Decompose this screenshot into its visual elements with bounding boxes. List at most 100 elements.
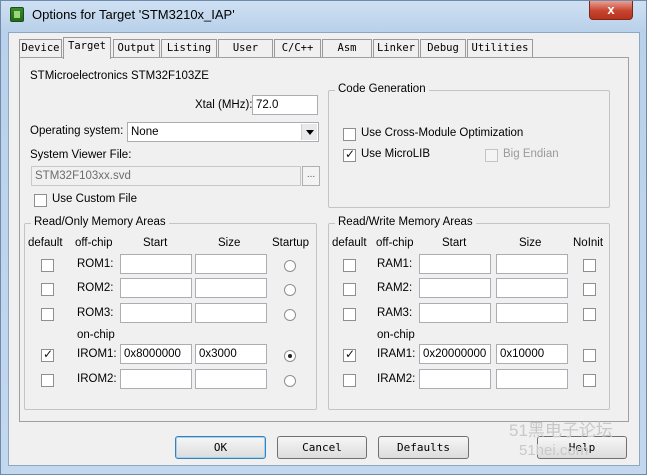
irom2-size-input[interactable] [195, 369, 267, 389]
rom2-startup-radio[interactable] [284, 284, 296, 296]
cancel-button[interactable]: Cancel [277, 436, 367, 459]
ro-memory-group: Read/Only Memory Areas default off-chip … [24, 216, 317, 410]
ram2-size-input[interactable] [496, 278, 568, 298]
ram3-default-checkbox[interactable] [343, 308, 356, 321]
iram1-size-input[interactable]: 0x10000 [496, 344, 568, 364]
rw-onchip-label: on-chip [377, 329, 415, 341]
rw-header-noinit: NoInit [573, 237, 604, 249]
rom3-size-input[interactable] [195, 303, 267, 323]
window-title: Options for Target 'STM3210x_IAP' [32, 7, 235, 22]
tab-output[interactable]: Output [113, 39, 160, 57]
rom3-default-checkbox[interactable] [41, 308, 54, 321]
irom1-startup-radio[interactable] [284, 350, 296, 362]
iram2-size-input[interactable] [496, 369, 568, 389]
rw-memory-title: Read/Write Memory Areas [335, 216, 476, 228]
rom3-startup-radio[interactable] [284, 309, 296, 321]
ram1-label: RAM1: [377, 258, 413, 270]
ram2-noinit-checkbox[interactable] [583, 283, 596, 296]
irom1-label: IROM1: [77, 348, 117, 360]
os-select-value: None [131, 126, 159, 138]
svf-browse-button[interactable]: ... [302, 166, 320, 186]
ram1-default-checkbox[interactable] [343, 259, 356, 272]
rom2-size-input[interactable] [195, 278, 267, 298]
ram3-label: RAM3: [377, 307, 413, 319]
xtal-input[interactable]: 72.0 [252, 95, 318, 115]
ram1-start-input[interactable] [419, 254, 491, 274]
rom2-default-checkbox[interactable] [41, 283, 54, 296]
iram1-label: IRAM1: [377, 348, 416, 360]
watermark: 51黑电子论坛 51hei.com [509, 421, 644, 461]
rom1-label: ROM1: [77, 258, 114, 270]
irom1-start-input[interactable]: 0x8000000 [120, 344, 192, 364]
rw-header-default: default [332, 237, 367, 249]
chevron-down-icon[interactable] [301, 124, 317, 140]
iram1-noinit-checkbox[interactable] [583, 349, 596, 362]
rom1-startup-radio[interactable] [284, 260, 296, 272]
tab-device[interactable]: Device [19, 39, 62, 57]
ro-header-offchip: off-chip [75, 237, 113, 249]
cross-module-label: Use Cross-Module Optimization [361, 127, 524, 139]
title-bar[interactable]: Options for Target 'STM3210x_IAP' x [1, 1, 646, 29]
tab-debug[interactable]: Debug [420, 39, 466, 57]
ram2-label: RAM2: [377, 282, 413, 294]
ro-onchip-label: on-chip [77, 329, 115, 341]
ram2-start-input[interactable] [419, 278, 491, 298]
code-generation-title: Code Generation [335, 83, 429, 95]
iram1-start-input[interactable]: 0x20000000 [419, 344, 491, 364]
use-custom-file-checkbox[interactable] [34, 194, 47, 207]
ok-button[interactable]: OK [175, 436, 266, 459]
cross-module-checkbox[interactable] [343, 128, 356, 141]
rom1-default-checkbox[interactable] [41, 259, 54, 272]
rw-header-offchip: off-chip [376, 237, 414, 249]
irom1-size-input[interactable]: 0x3000 [195, 344, 267, 364]
irom2-start-input[interactable] [120, 369, 192, 389]
defaults-button[interactable]: Defaults [378, 436, 469, 459]
rom1-start-input[interactable] [120, 254, 192, 274]
ram3-noinit-checkbox[interactable] [583, 308, 596, 321]
svf-label: System Viewer File: [30, 149, 132, 161]
irom1-default-checkbox[interactable] [41, 347, 54, 362]
ram3-start-input[interactable] [419, 303, 491, 323]
ro-header-default: default [28, 237, 63, 249]
watermark-line1: 51黑电子论坛 [509, 421, 613, 440]
irom2-label: IROM2: [77, 373, 117, 385]
svf-input[interactable]: STM32F103xx.svd [31, 166, 301, 186]
iram1-default-checkbox[interactable] [343, 347, 356, 362]
ram1-noinit-checkbox[interactable] [583, 259, 596, 272]
microlib-checkbox[interactable] [343, 147, 356, 162]
tab-listing[interactable]: Listing [161, 39, 217, 57]
os-label: Operating system: [30, 125, 124, 137]
rom1-size-input[interactable] [195, 254, 267, 274]
irom2-startup-radio[interactable] [284, 375, 296, 387]
iram2-label: IRAM2: [377, 373, 416, 385]
use-custom-file-label: Use Custom File [52, 193, 137, 205]
tab-utilities[interactable]: Utilities [467, 39, 533, 57]
ram2-default-checkbox[interactable] [343, 283, 356, 296]
dialog-client: Device Target Output Listing User C/C++ … [8, 32, 640, 466]
options-dialog: Options for Target 'STM3210x_IAP' x Devi… [0, 0, 647, 475]
iram2-noinit-checkbox[interactable] [583, 374, 596, 387]
ram3-size-input[interactable] [496, 303, 568, 323]
rom3-start-input[interactable] [120, 303, 192, 323]
tab-user[interactable]: User [218, 39, 273, 57]
irom2-default-checkbox[interactable] [41, 374, 54, 387]
big-endian-label: Big Endian [503, 148, 559, 160]
tab-asm[interactable]: Asm [322, 39, 372, 57]
rom2-start-input[interactable] [120, 278, 192, 298]
tab-linker[interactable]: Linker [373, 39, 419, 57]
rw-header-size: Size [519, 237, 542, 249]
iram2-default-checkbox[interactable] [343, 374, 356, 387]
tab-c-cpp[interactable]: C/C++ [274, 39, 321, 57]
iram2-start-input[interactable] [419, 369, 491, 389]
tab-target[interactable]: Target [63, 37, 111, 59]
os-select[interactable]: None [127, 122, 319, 142]
ram1-size-input[interactable] [496, 254, 568, 274]
close-icon: x [607, 2, 615, 17]
big-endian-checkbox[interactable] [485, 149, 498, 162]
ro-header-size: Size [218, 237, 241, 249]
ro-header-start: Start [143, 237, 168, 249]
app-icon [10, 7, 24, 22]
watermark-line2: 51hei.com [519, 442, 589, 459]
close-button[interactable]: x [589, 1, 633, 20]
ro-memory-title: Read/Only Memory Areas [31, 216, 169, 228]
